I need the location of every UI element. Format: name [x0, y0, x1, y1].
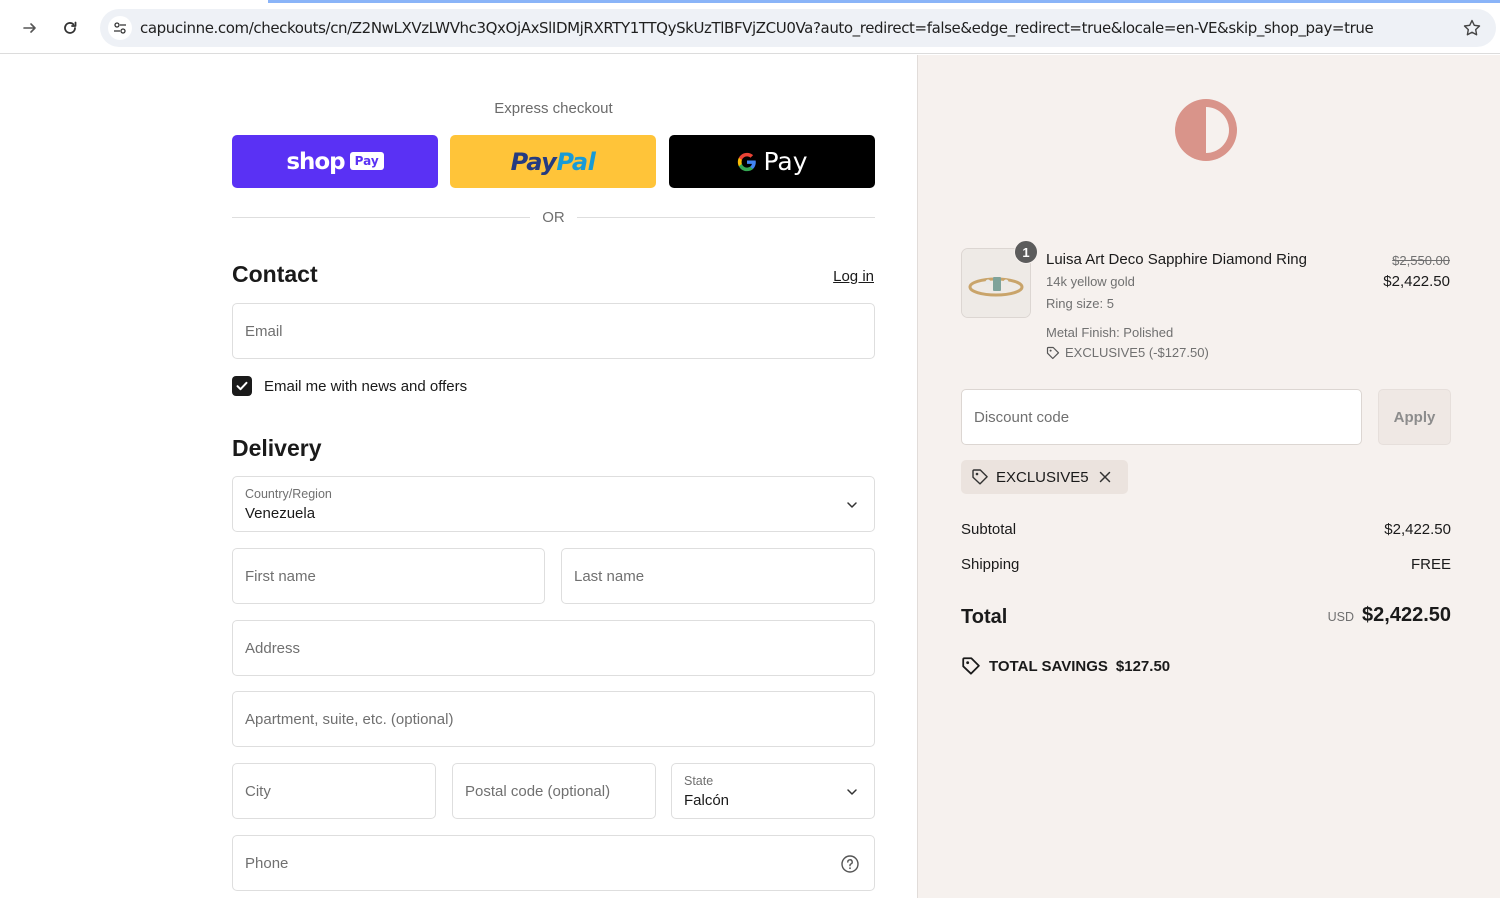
reload-icon — [64, 21, 77, 34]
product-name: Luisa Art Deco Sapphire Diamond Ring — [1046, 251, 1307, 268]
state-select[interactable]: State Falcón — [671, 763, 875, 819]
quantity-badge: 1 — [1014, 240, 1038, 264]
tag-icon — [1046, 346, 1060, 359]
country-value: Venezuela — [245, 505, 316, 522]
delivery-heading: Delivery — [232, 435, 322, 461]
product-variant: 14k yellow gold — [1046, 274, 1135, 289]
contact-heading: Contact — [232, 261, 318, 287]
subtotal-value: $2,422.50 — [1384, 521, 1451, 538]
arrow-right-icon — [23, 23, 36, 33]
express-checkout-label: Express checkout — [494, 100, 613, 117]
url-text[interactable]: capucinne.com/checkouts/cn/Z2NwLXVzLWVhc… — [140, 19, 1374, 37]
order-summary: 1 Luisa Art Deco Sapphire Diamond Ring 1… — [917, 55, 1500, 898]
total-label: Total — [961, 606, 1008, 628]
country-select[interactable]: Country/Region Venezuela — [232, 476, 875, 532]
chevron-down-icon — [847, 789, 857, 795]
browser-toolbar: capucinne.com/checkouts/cn/Z2NwLXVzLWVhc… — [0, 0, 1500, 54]
tag-icon — [972, 469, 988, 485]
subtotal-label: Subtotal — [961, 521, 1017, 538]
discount-code-input[interactable]: Discount code — [961, 389, 1362, 445]
applied-code-text: EXCLUSIVE5 — [996, 468, 1089, 486]
newsletter-option[interactable]: Email me with news and offers — [232, 375, 467, 397]
total-savings: TOTAL SAVINGS $127.50 — [961, 656, 1170, 676]
paypal-logo: PayPal — [510, 147, 596, 176]
total-row: Total USD $2,422.50 — [961, 604, 1451, 634]
apply-discount-button[interactable]: Apply — [1378, 389, 1451, 445]
login-link[interactable]: Log in — [833, 268, 874, 285]
google-g-icon — [738, 152, 757, 171]
shipping-label: Shipping — [961, 556, 1020, 573]
google-pay-button[interactable]: Pay — [669, 135, 875, 188]
brand-logo — [1175, 99, 1237, 161]
forward-button[interactable] — [16, 14, 44, 42]
country-label: Country/Region — [245, 487, 332, 501]
product-finish: Metal Finish: Polished — [1046, 325, 1174, 340]
close-icon — [1099, 471, 1110, 483]
apartment-field[interactable]: Apartment, suite, etc. (optional) — [232, 691, 875, 747]
email-placeholder: Email — [245, 323, 283, 340]
first-name-field[interactable]: First name — [232, 548, 545, 604]
product-discount: EXCLUSIVE5 (-$127.50) — [1046, 345, 1209, 360]
city-field[interactable]: City — [232, 763, 436, 819]
postal-code-field[interactable]: Postal code (optional) — [452, 763, 656, 819]
currency-code: USD — [1327, 610, 1355, 624]
product-ring-size: Ring size: 5 — [1046, 296, 1114, 311]
paypal-button[interactable]: PayPal — [450, 135, 656, 188]
tag-icon — [962, 657, 980, 675]
newsletter-label: Email me with news and offers — [264, 377, 468, 395]
total-amount: $2,422.50 — [1362, 604, 1451, 626]
page-load-progress — [268, 0, 1500, 3]
email-field[interactable]: Email — [232, 303, 875, 359]
reload-button[interactable] — [56, 14, 84, 42]
google-pay-logo: Pay — [736, 147, 808, 176]
state-label: State — [684, 774, 714, 788]
savings-amount: $127.50 — [1115, 657, 1171, 675]
shipping-value: FREE — [1410, 556, 1451, 573]
or-divider: OR — [232, 207, 875, 227]
address-field[interactable]: Address — [232, 620, 875, 676]
checkmark-icon — [236, 381, 248, 391]
original-price: $2,550.00 — [1392, 253, 1450, 268]
shop-pay-button[interactable]: shop Pay — [232, 135, 438, 188]
site-info-icon[interactable] — [108, 16, 132, 40]
savings-label: TOTAL SAVINGS — [989, 657, 1108, 675]
phone-field[interactable]: Phone — [232, 835, 875, 891]
last-name-field[interactable]: Last name — [561, 548, 875, 604]
shipping-row: Shipping FREE — [961, 556, 1451, 573]
subtotal-row: Subtotal $2,422.50 — [961, 521, 1451, 538]
total-value: USD $2,422.50 — [1328, 604, 1451, 627]
applied-discount-chip: EXCLUSIVE5 — [961, 460, 1128, 494]
bookmark-star-icon[interactable] — [1462, 18, 1482, 38]
checkout-form: Express checkout shop Pay PayPal Pay OR C… — [0, 55, 917, 898]
newsletter-checkbox[interactable] — [232, 376, 252, 396]
chevron-down-icon — [847, 502, 857, 508]
state-value: Falcón — [684, 792, 730, 809]
remove-discount-button[interactable] — [1099, 471, 1118, 483]
address-bar[interactable]: capucinne.com/checkouts/cn/Z2NwLXVzLWVhc… — [100, 9, 1496, 47]
discounted-price: $2,422.50 — [1383, 273, 1450, 290]
shop-pay-logo: shop Pay — [286, 149, 384, 175]
help-circle-icon[interactable] — [840, 854, 860, 874]
